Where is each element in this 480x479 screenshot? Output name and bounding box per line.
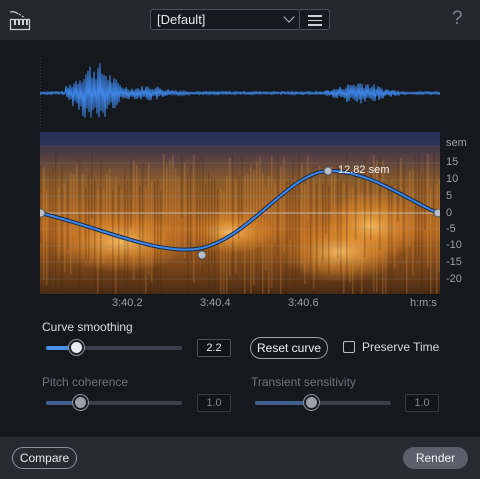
pitch-tick: 15: [446, 156, 459, 168]
preserve-time-checkbox[interactable]: [343, 341, 355, 353]
transient-sensitivity-value[interactable]: 1.0: [405, 394, 439, 412]
keyboard-piano-icon[interactable]: [9, 9, 31, 31]
preserve-time-label: Preserve Time: [362, 340, 440, 354]
time-tick: 3:40.4: [200, 297, 231, 309]
pitch-tick: -15: [446, 256, 462, 268]
curve-value-tooltip: 12.82 sem: [338, 164, 390, 176]
top-bar: [Default] ?: [0, 0, 480, 40]
spectrogram-display[interactable]: [40, 132, 440, 294]
hamburger-menu-line: [308, 19, 322, 21]
pitch-coherence-knob[interactable]: [73, 395, 88, 410]
compare-button[interactable]: Compare: [12, 447, 77, 469]
curve-node-start[interactable]: [40, 208, 46, 218]
chevron-down-icon: [283, 11, 295, 23]
render-button[interactable]: Render: [403, 447, 468, 469]
time-unit: h:m:s: [410, 297, 437, 309]
pitch-tick: 5: [446, 190, 453, 202]
pitch-coherence-slider[interactable]: [46, 395, 182, 410]
pitch-coherence-label: Pitch coherence: [42, 375, 129, 389]
time-tick: 3:40.2: [112, 297, 143, 309]
curve-smoothing-slider[interactable]: [46, 340, 182, 355]
preset-menu-button[interactable]: [300, 9, 330, 30]
pitch-tick: -5: [446, 223, 456, 235]
curve-node-peak[interactable]: [323, 166, 333, 176]
time-tick: 3:40.6: [288, 297, 319, 309]
pitch-axis: sem 15 10 5 0 -5 -10 -15 -20: [440, 132, 480, 294]
help-icon[interactable]: ?: [452, 8, 463, 30]
hamburger-menu-icon: [308, 15, 322, 17]
pitch-axis-unit: sem: [446, 137, 467, 149]
preset-value: [Default]: [157, 12, 206, 27]
reset-curve-button[interactable]: Reset curve: [250, 337, 328, 359]
pitch-tick: 0: [446, 207, 453, 219]
pitch-coherence-value[interactable]: 1.0: [197, 394, 231, 412]
pitch-tick: -20: [446, 273, 462, 285]
preset-dropdown[interactable]: [Default]: [150, 9, 300, 30]
hamburger-menu-line: [308, 24, 322, 26]
curve-smoothing-value[interactable]: 2.2: [197, 339, 231, 357]
transient-sensitivity-slider[interactable]: [255, 395, 391, 410]
curve-node-low[interactable]: [197, 250, 207, 260]
transient-sensitivity-label: Transient sensitivity: [251, 375, 356, 389]
transient-sensitivity-knob[interactable]: [303, 395, 319, 410]
curve-smoothing-label: Curve smoothing: [42, 320, 133, 334]
pitch-tick: 10: [446, 173, 459, 185]
transient-sensitivity-fill: [255, 401, 311, 405]
pitch-tick: -10: [446, 239, 462, 251]
waveform-display: [40, 58, 440, 128]
curve-smoothing-knob[interactable]: [68, 340, 84, 355]
